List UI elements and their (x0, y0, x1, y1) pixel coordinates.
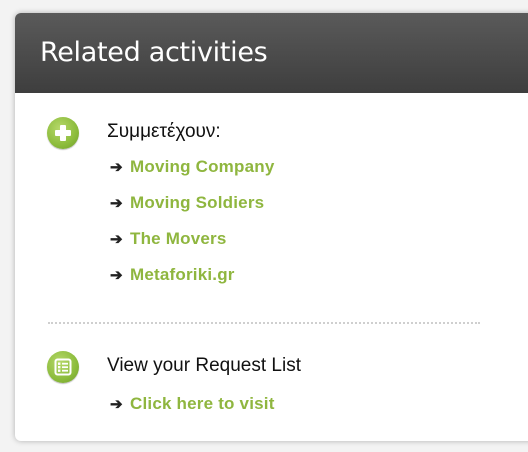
participants-list: ➔ Moving Company ➔ Moving Soldiers ➔ The Mo… (110, 156, 274, 300)
participant-link-label[interactable]: Moving Company (130, 157, 274, 176)
list-icon (47, 351, 79, 383)
participant-link-label[interactable]: The Movers (130, 229, 226, 248)
panel-title: Related activities (15, 13, 528, 93)
participant-link[interactable]: ➔ The Movers (110, 228, 274, 264)
arrow-right-icon: ➔ (110, 267, 123, 284)
request-list-title: View your Request List (107, 355, 301, 376)
arrow-right-icon: ➔ (110, 159, 123, 176)
dotted-divider (48, 322, 480, 324)
plus-icon (47, 117, 79, 149)
participants-title: Συμμετέχουν: (107, 121, 221, 142)
participant-link[interactable]: ➔ Metaforiki.gr (110, 264, 274, 300)
participant-link[interactable]: ➔ Moving Soldiers (110, 192, 274, 228)
participant-link-label[interactable]: Moving Soldiers (130, 193, 264, 212)
participant-link[interactable]: ➔ Moving Company (110, 156, 274, 192)
arrow-right-icon: ➔ (110, 231, 123, 248)
visit-link-label[interactable]: Click here to visit (130, 394, 275, 413)
participant-link-label[interactable]: Metaforiki.gr (130, 265, 235, 284)
request-list-links: ➔ Click here to visit (110, 393, 275, 429)
page: Related activities Συμμετέχουν: ➔ Moving … (0, 0, 528, 452)
arrow-right-icon: ➔ (110, 396, 123, 413)
related-activities-panel: Related activities Συμμετέχουν: ➔ Moving … (15, 13, 528, 441)
visit-link[interactable]: ➔ Click here to visit (110, 393, 275, 429)
arrow-right-icon: ➔ (110, 195, 123, 212)
